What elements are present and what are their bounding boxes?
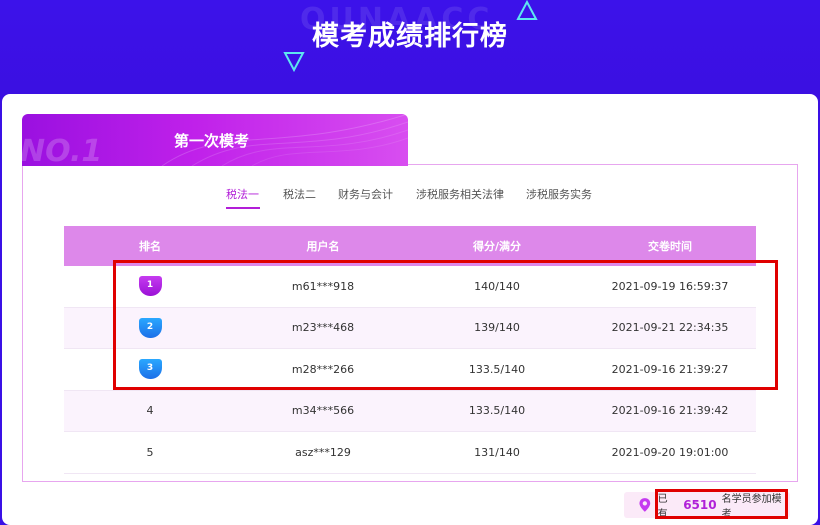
table-row: 2 m23***468 139/140 2021-09-21 22:34:35 [64,307,756,349]
username-cell: m28***266 [291,362,355,376]
time-cell: 2021-09-21 22:34:35 [611,321,729,335]
table-row: 4 m34***566 133.5/140 2021-09-16 21:39:4… [64,390,756,432]
tab-tax-practice[interactable]: 涉税服务实务 [526,186,592,202]
rank-medal-icon: 3 [138,359,162,380]
subject-tabs: 税法一 税法二 财务与会计 涉税服务相关法律 涉税服务实务 [0,186,820,210]
page-title: 模考成绩排行榜 [312,21,508,52]
triangle-decoration-icon [283,52,305,72]
participant-count: 6510 [683,498,717,512]
header-score: 得分/满分 [472,240,522,253]
active-tab-indicator [226,207,260,209]
tab-tax-law[interactable]: 涉税服务相关法律 [416,186,504,202]
score-cell: 139/140 [474,321,520,335]
header-submit-time: 交卷时间 [648,240,692,253]
header-rank: 排名 [139,240,161,253]
time-cell: 2021-09-16 21:39:27 [611,362,729,376]
rank-cell: 5 [146,445,154,459]
table-row: 5 asz***129 131/140 2021-09-20 19:01:00 [64,432,756,474]
time-cell: 2021-09-20 19:01:00 [611,445,729,459]
score-cell: 131/140 [474,445,520,459]
rank-medal-icon: 1 [138,276,162,297]
username-cell: m34***566 [291,404,355,418]
header-username: 用户名 [306,240,340,253]
participant-count-badge: 已有 6510 名学员参加模考 [624,492,790,520]
tab-finance-accounting[interactable]: 财务与会计 [338,186,393,202]
username-cell: m23***468 [291,321,355,335]
tab-shuifa-1[interactable]: 税法一 [226,186,259,202]
time-cell: 2021-09-16 21:39:42 [611,404,729,418]
table-row: 3 m28***266 133.5/140 2021-09-16 21:39:2… [64,349,756,391]
tab-shuifa-2[interactable]: 税法二 [283,186,316,202]
time-cell: 2021-09-19 16:59:37 [611,279,729,293]
exam-ghost-text: NO.1 [22,134,103,166]
username-cell: m61***918 [291,279,355,293]
score-cell: 133.5/140 [468,404,526,418]
exam-header: NO.1 第一次模考 [22,114,408,166]
rank-medal-icon: 2 [138,317,162,338]
location-pin-icon [639,498,651,512]
score-cell: 140/140 [474,279,520,293]
username-cell: asz***129 [295,445,351,459]
score-cell: 133.5/140 [468,362,526,376]
exam-title: 第一次模考 [174,132,250,150]
participant-prefix: 已有 [657,494,668,520]
table-header: 排名 用户名 得分/满分 交卷时间 [64,226,756,266]
participant-suffix: 名学员参加模考 [721,494,782,520]
table-row: 1 m61***918 140/140 2021-09-19 16:59:37 [64,266,756,308]
ranking-table: 排名 用户名 得分/满分 交卷时间 1 m61***918 140/140 20… [64,226,756,474]
rank-cell: 4 [146,404,154,418]
